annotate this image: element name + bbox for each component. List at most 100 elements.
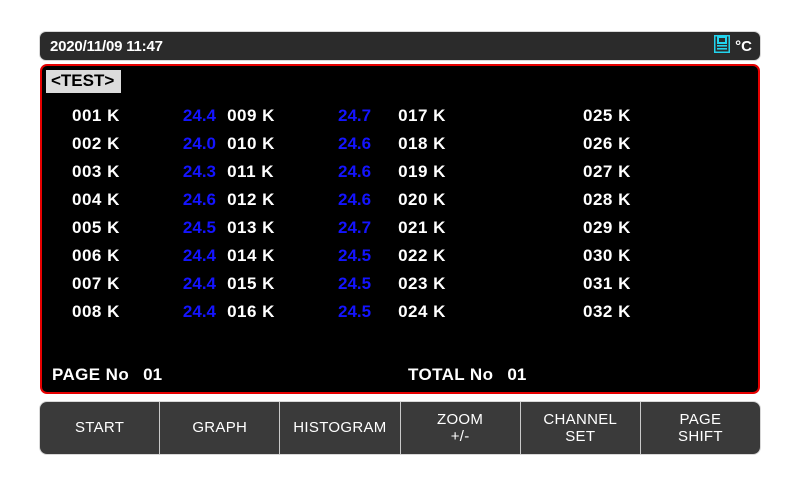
status-bar: 2020/11/09 11:47 °C — [40, 32, 760, 60]
channel-value: 24.6 — [301, 162, 371, 182]
channel-cell[interactable]: 014 K24.5 — [227, 246, 398, 266]
channel-cell[interactable]: 024 K — [398, 302, 583, 322]
channel-label: 008 K — [72, 302, 146, 322]
channel-value: 24.3 — [146, 162, 216, 182]
channel-label: 009 K — [227, 106, 301, 126]
channel-label: 023 K — [398, 274, 472, 294]
channel-label: 017 K — [398, 106, 472, 126]
channel-label: 027 K — [583, 162, 657, 182]
instrument-display: 2020/11/09 11:47 °C <TEST> 001 K24.4009 … — [40, 32, 760, 462]
channel-label: 024 K — [398, 302, 472, 322]
channel-cell[interactable]: 010 K24.6 — [227, 134, 398, 154]
softkey-button[interactable]: CHANNELSET — [521, 402, 641, 454]
channel-value: 24.6 — [301, 190, 371, 210]
channel-label: 002 K — [72, 134, 146, 154]
channel-cell[interactable]: 012 K24.6 — [227, 190, 398, 210]
channel-label: 005 K — [72, 218, 146, 238]
channel-value: 24.7 — [301, 218, 371, 238]
channel-cell[interactable]: 013 K24.7 — [227, 218, 398, 238]
channel-cell[interactable]: 031 K — [583, 274, 758, 294]
page-number-value: 01 — [143, 365, 162, 385]
channel-cell[interactable]: 022 K — [398, 246, 583, 266]
channel-cell[interactable]: 008 K24.4 — [42, 302, 227, 322]
channel-label: 018 K — [398, 134, 472, 154]
channel-row: 006 K24.4014 K24.5022 K030 K — [42, 242, 758, 270]
temperature-unit-label: °C — [735, 38, 752, 55]
channel-label: 020 K — [398, 190, 472, 210]
channel-cell[interactable]: 027 K — [583, 162, 758, 182]
channel-cell[interactable]: 015 K24.5 — [227, 274, 398, 294]
channel-value: 24.4 — [146, 106, 216, 126]
page-number-group: PAGE No 01 — [52, 365, 162, 385]
softkey-label-line2: SET — [565, 428, 595, 445]
channel-label: 014 K — [227, 246, 301, 266]
channel-cell[interactable]: 001 K24.4 — [42, 106, 227, 126]
channel-cell[interactable]: 004 K24.6 — [42, 190, 227, 210]
softkey-button[interactable]: GRAPH — [160, 402, 280, 454]
channel-cell[interactable]: 009 K24.7 — [227, 106, 398, 126]
channel-label: 030 K — [583, 246, 657, 266]
channel-cell[interactable]: 011 K24.6 — [227, 162, 398, 182]
channel-row: 002 K24.0010 K24.6018 K026 K — [42, 130, 758, 158]
channel-label: 003 K — [72, 162, 146, 182]
channel-row: 007 K24.4015 K24.5023 K 031 K — [42, 270, 758, 298]
channel-cell[interactable]: 020 K — [398, 190, 583, 210]
channel-label: 011 K — [227, 162, 301, 182]
channel-cell[interactable]: 003 K24.3 — [42, 162, 227, 182]
total-number-group: TOTAL No 01 — [408, 365, 526, 385]
channel-cell[interactable]: 016 K24.5 — [227, 302, 398, 322]
channel-cell[interactable]: 005 K24.5 — [42, 218, 227, 238]
softkey-label-line1: PAGE — [680, 411, 722, 428]
softkey-button[interactable]: PAGESHIFT — [641, 402, 760, 454]
channel-value: 24.0 — [146, 134, 216, 154]
channel-cell[interactable]: 025 K — [583, 106, 758, 126]
channel-label: 019 K — [398, 162, 472, 182]
mode-badge: <TEST> — [46, 70, 121, 93]
channel-label: 016 K — [227, 302, 301, 322]
channel-row: 005 K24.5013 K24.7021 K029 K — [42, 214, 758, 242]
channel-row: 001 K24.4009 K24.7017 K025 K — [42, 102, 758, 130]
total-number-value: 01 — [507, 365, 526, 385]
page-number-label: PAGE No — [52, 365, 129, 385]
channel-value: 24.5 — [146, 218, 216, 238]
softkey-button[interactable]: ZOOM+/- — [401, 402, 521, 454]
softkey-label-line1: ZOOM — [437, 411, 483, 428]
channel-label: 015 K — [227, 274, 301, 294]
channel-cell[interactable]: 023 K — [398, 274, 583, 294]
channel-value: 24.5 — [301, 302, 371, 322]
status-indicators: °C — [714, 35, 752, 58]
channel-value: 24.4 — [146, 274, 216, 294]
channel-row: 003 K24.3011 K24.6019 K027 K — [42, 158, 758, 186]
channel-label: 031 K — [583, 274, 657, 294]
channel-cell[interactable]: 007 K24.4 — [42, 274, 227, 294]
screen-footer: PAGE No 01 TOTAL No 01 — [42, 360, 758, 390]
channel-cell[interactable]: 021 K — [398, 218, 583, 238]
softkey-button[interactable]: HISTOGRAM — [280, 402, 400, 454]
channel-cell[interactable]: 017 K — [398, 106, 583, 126]
softkey-label-line1: START — [75, 419, 124, 436]
channel-cell[interactable]: 028 K — [583, 190, 758, 210]
channel-label: 029 K — [583, 218, 657, 238]
memory-card-icon — [714, 35, 730, 58]
channel-label: 001 K — [72, 106, 146, 126]
channel-cell[interactable]: 029 K — [583, 218, 758, 238]
channel-cell[interactable]: 006 K24.4 — [42, 246, 227, 266]
channel-cell[interactable]: 030 K — [583, 246, 758, 266]
channel-value: 24.6 — [146, 190, 216, 210]
channel-value: 24.6 — [301, 134, 371, 154]
channel-value: 24.7 — [301, 106, 371, 126]
softkey-label-line1: CHANNEL — [543, 411, 617, 428]
channel-cell[interactable]: 032 K — [583, 302, 758, 322]
channel-cell[interactable]: 019 K — [398, 162, 583, 182]
channel-row: 004 K24.6012 K24.6020 K 028 K — [42, 186, 758, 214]
channel-label: 022 K — [398, 246, 472, 266]
channel-value: 24.4 — [146, 302, 216, 322]
channel-cell[interactable]: 002 K24.0 — [42, 134, 227, 154]
channel-cell[interactable]: 026 K — [583, 134, 758, 154]
softkey-label-line2: SHIFT — [678, 428, 723, 445]
softkey-label-line1: GRAPH — [192, 419, 247, 436]
datetime-label: 2020/11/09 11:47 — [50, 38, 163, 55]
channel-cell[interactable]: 018 K — [398, 134, 583, 154]
softkey-button[interactable]: START — [40, 402, 160, 454]
channel-value: 24.5 — [301, 246, 371, 266]
